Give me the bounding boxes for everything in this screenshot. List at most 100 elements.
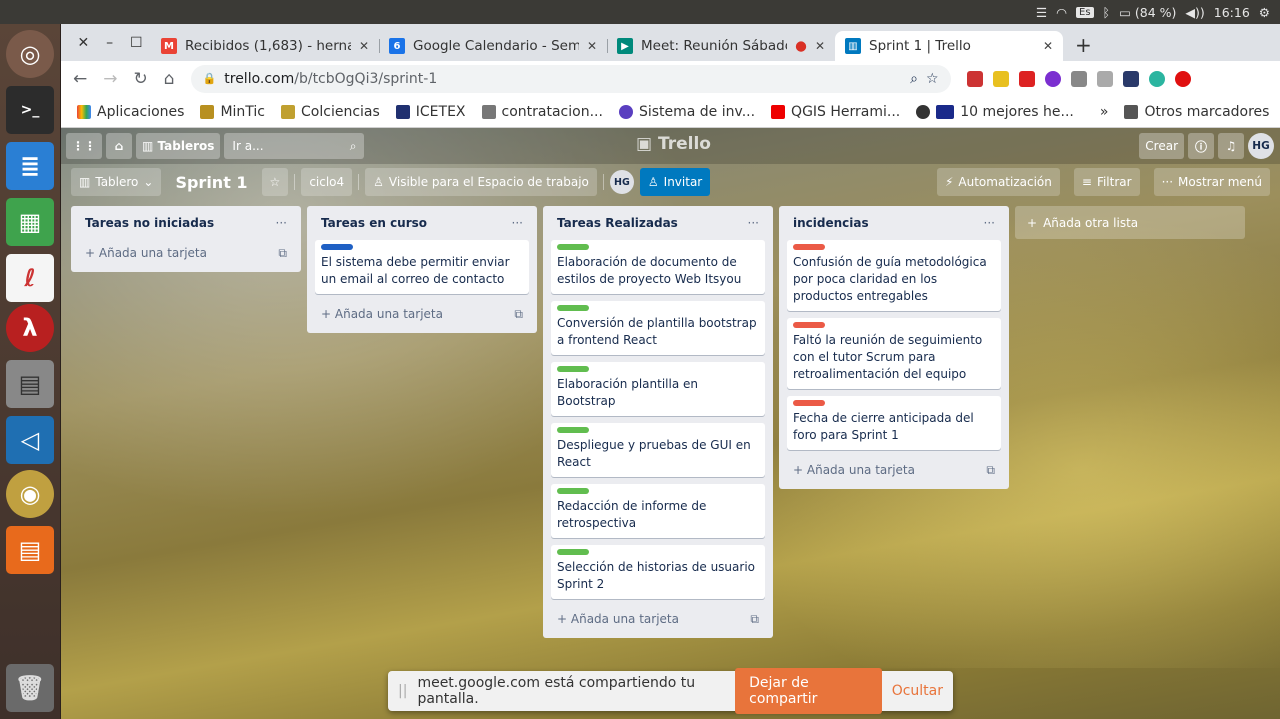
chrome-icon[interactable]: ◉ <box>6 470 54 518</box>
files-icon[interactable]: ▤ <box>6 360 54 408</box>
wifi-icon[interactable]: ◠ <box>1056 5 1067 20</box>
template-icon[interactable]: ⧉ <box>514 307 523 322</box>
notes-indicator-icon[interactable]: ☰ <box>1036 5 1047 20</box>
close-tab-icon[interactable]: ✕ <box>359 39 369 53</box>
view-switcher[interactable]: ▥ Tablero ⌄ <box>71 168 162 196</box>
home-icon[interactable]: ⌂ <box>164 69 175 89</box>
add-card-button[interactable]: + Añada una tarjeta ⧉ <box>787 457 1001 483</box>
terminal-icon[interactable]: >_ <box>6 86 54 134</box>
trash-icon[interactable]: 🗑 <box>6 664 54 712</box>
bookmark-qgis[interactable]: QGIS Herrami... <box>771 104 900 120</box>
maximize-icon[interactable]: ☐ <box>130 35 143 51</box>
list-title[interactable]: Tareas no iniciadas <box>85 216 214 230</box>
minimize-icon[interactable]: – <box>106 35 113 51</box>
template-icon[interactable]: ⧉ <box>750 612 759 627</box>
close-window-icon[interactable]: ✕ <box>77 35 89 51</box>
add-card-button[interactable]: + Añada una tarjeta ⧉ <box>79 240 293 266</box>
react-devtools-icon[interactable] <box>1122 70 1139 87</box>
impress-icon[interactable]: ▤ <box>6 526 54 574</box>
battery-indicator[interactable]: ▭ (84 %) <box>1119 5 1176 20</box>
bookmark-sistema[interactable]: Sistema de inv... <box>618 104 755 120</box>
star-icon[interactable]: ☆ <box>261 168 289 196</box>
close-tab-icon[interactable]: ✕ <box>1043 39 1053 53</box>
add-card-button[interactable]: + Añada una tarjeta ⧉ <box>315 301 529 327</box>
list-menu-icon[interactable]: ··· <box>748 216 759 230</box>
card-label[interactable] <box>557 549 589 555</box>
writer-icon[interactable]: ≣ <box>6 142 54 190</box>
extension-icon[interactable] <box>1174 70 1191 87</box>
adblock-extension-icon[interactable] <box>966 70 983 87</box>
automation-button[interactable]: ⚡ Automatización <box>936 168 1060 196</box>
ubuntu-dash-icon[interactable]: ◎ <box>6 30 54 78</box>
tab-gmail[interactable]: M Recibidos (1,683) - hernan ✕ <box>151 31 379 61</box>
member-avatar[interactable]: HG <box>609 170 634 194</box>
close-tab-icon[interactable]: ✕ <box>587 39 597 53</box>
card[interactable]: Elaboración de documento de estilos de p… <box>551 240 765 294</box>
card-label[interactable] <box>321 244 353 250</box>
home-icon[interactable]: ⌂ <box>106 133 132 159</box>
bookmarks-overflow-button[interactable]: » <box>1100 104 1109 120</box>
list-title[interactable]: Tareas Realizadas <box>557 216 678 230</box>
zoom-icon[interactable]: ⌕ <box>910 71 918 87</box>
boards-button[interactable]: ▥ Tableros <box>136 133 221 159</box>
extension-icon[interactable] <box>1070 70 1087 87</box>
list-menu-icon[interactable]: ··· <box>276 216 287 230</box>
extension-icon[interactable] <box>1096 70 1113 87</box>
card[interactable]: Fecha de cierre anticipada del foro para… <box>787 396 1001 450</box>
card-label[interactable] <box>557 366 589 372</box>
avatar[interactable]: HG <box>1248 133 1274 159</box>
list-title[interactable]: incidencias <box>793 216 869 230</box>
card-label[interactable] <box>557 244 589 250</box>
drag-handle-icon[interactable]: || <box>398 683 407 699</box>
pdf-viewer-icon[interactable]: ℓ <box>6 254 54 302</box>
address-bar[interactable]: 🔒 trello.com/b/tcbOgQi3/sprint-1 ⌕ ☆ <box>190 64 951 93</box>
bookmark-mintic[interactable]: MinTic <box>200 104 265 120</box>
card[interactable]: Faltó la reunión de seguimiento con el t… <box>787 318 1001 389</box>
show-menu-button[interactable]: ··· Mostrar menú <box>1153 168 1270 196</box>
other-bookmarks[interactable]: Otros marcadores <box>1124 104 1269 120</box>
extension-icon[interactable] <box>1044 70 1061 87</box>
card[interactable]: Confusión de guía metodológica por poca … <box>787 240 1001 311</box>
clock[interactable]: 16:16 <box>1214 5 1250 20</box>
list-menu-icon[interactable]: ··· <box>984 216 995 230</box>
card-label[interactable] <box>557 488 589 494</box>
apps-menu-icon[interactable]: ⋮⋮ <box>66 133 102 159</box>
invite-button[interactable]: ♙ Invitar <box>639 168 711 196</box>
bookmark-apps[interactable]: Aplicaciones <box>77 104 184 120</box>
stop-sharing-button[interactable]: Dejar de compartir <box>735 668 882 714</box>
settings-gear-icon[interactable]: ⚙ <box>1259 5 1270 20</box>
vscode-icon[interactable]: ◁ <box>6 416 54 464</box>
list-header[interactable]: Tareas Realizadas ··· <box>551 206 765 240</box>
board-title[interactable]: Sprint 1 <box>167 168 255 196</box>
card-label[interactable] <box>793 322 825 328</box>
bookmark-icetex[interactable]: ICETEX <box>395 104 466 120</box>
keyboard-language-indicator[interactable]: Es <box>1076 6 1094 18</box>
bookmark-contratacion[interactable]: contratacion... <box>481 104 603 120</box>
card[interactable]: Selección de historias de usuario Sprint… <box>551 545 765 599</box>
card[interactable]: El sistema debe permitir enviar un email… <box>315 240 529 294</box>
forward-icon[interactable]: → <box>103 69 117 89</box>
list-title[interactable]: Tareas en curso <box>321 216 427 230</box>
bookmark-colciencias[interactable]: Colciencias <box>281 104 380 120</box>
tab-meet[interactable]: ▶ Meet: Reunión Sábado ● ✕ <box>607 31 835 61</box>
list-menu-icon[interactable]: ··· <box>512 216 523 230</box>
calc-icon[interactable]: ▦ <box>6 198 54 246</box>
template-icon[interactable]: ⧉ <box>986 463 995 478</box>
card-label[interactable] <box>557 305 589 311</box>
bookmark-mejores[interactable]: 10 mejores he... <box>916 104 1074 120</box>
tab-calendar[interactable]: 6 Google Calendario - Sema ✕ <box>379 31 607 61</box>
filter-button[interactable]: ≡ Filtrar <box>1073 168 1140 196</box>
template-icon[interactable]: ⧉ <box>278 246 287 261</box>
new-tab-icon[interactable]: + <box>1075 33 1092 57</box>
list-header[interactable]: incidencias ··· <box>787 206 1001 240</box>
trello-logo[interactable]: ▣ Trello <box>636 134 711 154</box>
close-tab-icon[interactable]: ✕ <box>815 39 825 53</box>
add-list-button[interactable]: + Añada otra lista <box>1015 206 1245 239</box>
bluetooth-icon[interactable]: ᛒ <box>1103 5 1111 20</box>
create-button[interactable]: Crear <box>1139 133 1184 159</box>
card[interactable]: Despliegue y pruebas de GUI en React <box>551 423 765 477</box>
back-icon[interactable]: ← <box>73 69 87 89</box>
list-header[interactable]: Tareas en curso ··· <box>315 206 529 240</box>
reload-icon[interactable]: ↻ <box>134 69 148 89</box>
card-label[interactable] <box>793 400 825 406</box>
